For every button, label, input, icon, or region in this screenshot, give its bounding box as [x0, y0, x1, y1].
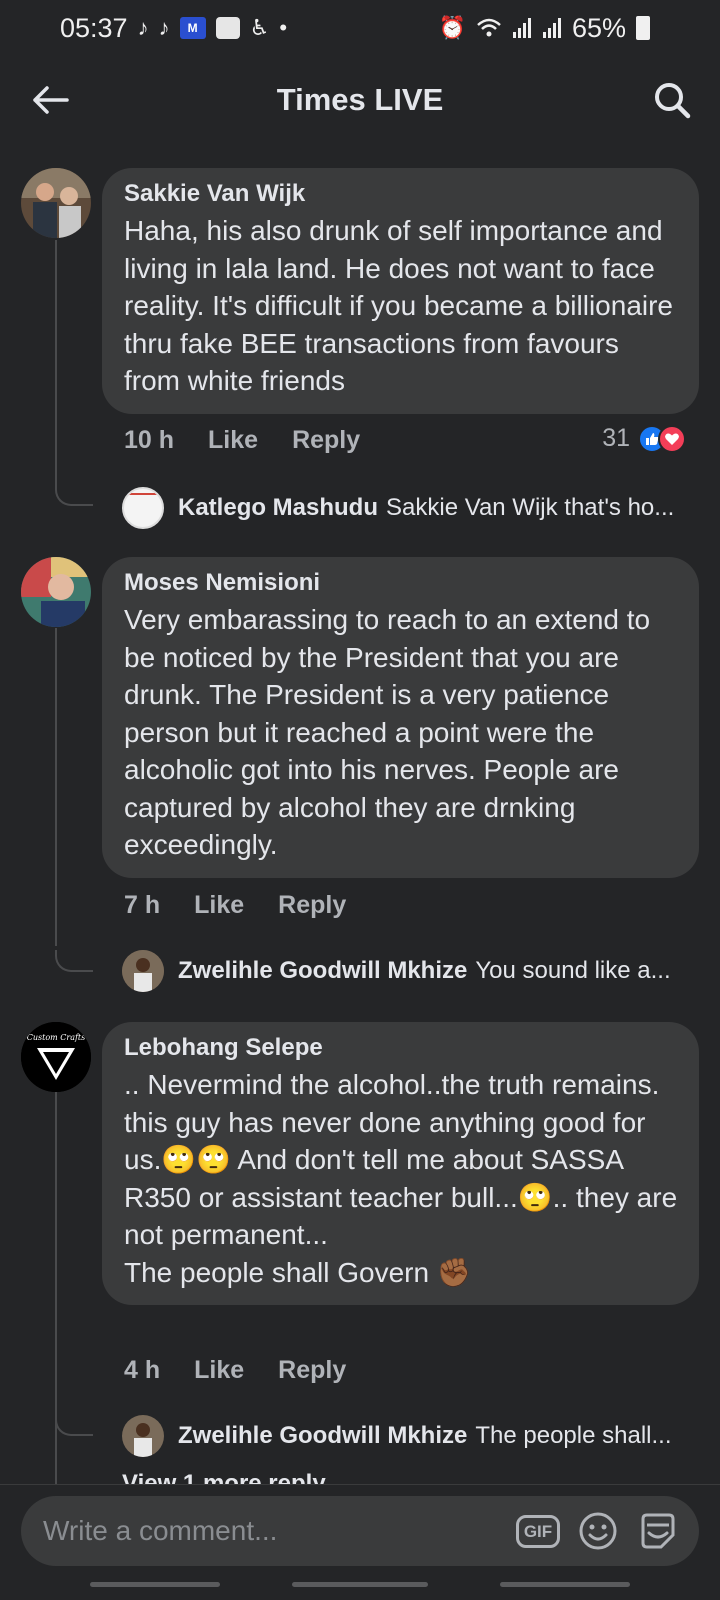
comment-actions: 4 h Like Reply — [124, 1356, 346, 1385]
sticker-icon — [641, 1513, 675, 1549]
comment-author[interactable]: Moses Nemisioni — [124, 569, 679, 597]
like-button[interactable]: Like — [194, 1356, 244, 1385]
status-left: 05:37 ♪ ♪ M ♿ • — [60, 13, 287, 44]
comment-time: 10 h — [124, 426, 175, 454]
reply-button[interactable]: Reply — [278, 891, 346, 920]
gif-icon: GIF — [515, 1514, 561, 1548]
status-bar: 05:37 ♪ ♪ M ♿ • ⏰ 65% — [0, 0, 720, 56]
comment-text: Haha, his also drunk of self importance … — [124, 215, 681, 396]
comment-text-line: .. Nevermind the alcohol..the truth rema… — [124, 1069, 685, 1250]
reply-snippet: You sound like a... — [475, 957, 671, 984]
comment-time: 7 h — [124, 891, 161, 919]
reply-author: Zwelihle Goodwill Mkhize — [178, 1422, 468, 1449]
comment-actions: 7 h Like Reply — [124, 891, 346, 920]
avatar[interactable]: Custom Crafts — [21, 1022, 91, 1092]
comment-text: Very embarassing to reach to an extend t… — [124, 604, 658, 860]
reply-preview[interactable]: Katlego Mashudu Sakkie Van Wijk that's ho… — [122, 487, 702, 529]
wifi-icon — [477, 18, 501, 37]
accessibility-icon: ♿ — [249, 15, 270, 40]
reply-avatar — [122, 1415, 164, 1457]
emoji-icon — [579, 1512, 617, 1550]
view-more-replies[interactable]: View 1 more reply — [122, 1470, 326, 1484]
reply-author: Zwelihle Goodwill Mkhize — [178, 957, 468, 984]
avatar[interactable] — [21, 557, 91, 627]
avatar-logo-text: Custom Crafts — [27, 1033, 86, 1042]
reply-snippet: The people shall... — [475, 1422, 672, 1449]
comment-actions: 10 h Like Reply — [124, 426, 360, 455]
app-header: Times LIVE — [0, 60, 720, 140]
battery-percent: 65% — [571, 12, 626, 43]
like-button[interactable]: Like — [194, 891, 244, 920]
thread-elbow — [55, 950, 93, 972]
status-time: 05:37 — [60, 12, 128, 43]
reply-avatar — [122, 950, 164, 992]
comment-bubble: Moses Nemisioni Very embarassing to reac… — [102, 557, 699, 878]
alarm-icon: ⏰ — [438, 15, 466, 40]
tiktok-icon: ♪ — [158, 15, 170, 40]
comment-input[interactable] — [43, 1515, 501, 1547]
reply-preview[interactable]: Zwelihle Goodwill Mkhize The people shall… — [122, 1415, 702, 1457]
love-reaction-icon — [658, 424, 686, 453]
arrow-left-icon — [33, 86, 69, 114]
status-right: ⏰ 65% — [439, 13, 650, 44]
comment-bubble: Lebohang Selepe .. Nevermind the alcohol… — [102, 1022, 699, 1305]
reply-avatar — [122, 487, 164, 529]
comment-author[interactable]: Sakkie Van Wijk — [124, 180, 679, 208]
nav-recents[interactable] — [90, 1582, 220, 1587]
signal-icon — [512, 18, 531, 38]
dot-icon: • — [279, 15, 288, 40]
page-title: Times LIVE — [276, 82, 444, 117]
comment-time: 4 h — [124, 1356, 161, 1384]
reply-snippet: Sakkie Van Wijk that's ho... — [386, 494, 675, 521]
reaction-count: 31 — [602, 424, 630, 452]
like-button[interactable]: Like — [208, 426, 258, 455]
thread-elbow — [55, 484, 93, 506]
gif-button[interactable]: GIF — [515, 1508, 561, 1554]
comment-text-line: The people shall Govern ✊🏾 — [124, 1256, 472, 1288]
reaction-summary[interactable]: 31 — [602, 424, 686, 453]
nav-home[interactable] — [292, 1582, 428, 1587]
thread-line — [55, 1092, 57, 1492]
battery-icon — [636, 16, 650, 40]
tiktok-icon: ♪ — [137, 15, 149, 40]
reply-preview-text: Zwelihle Goodwill Mkhize The people shall… — [178, 1422, 671, 1450]
thread-line — [55, 240, 57, 490]
search-button[interactable] — [650, 78, 694, 122]
reply-preview[interactable]: Zwelihle Goodwill Mkhize You sound like a… — [122, 950, 702, 992]
thread-elbow — [55, 1414, 93, 1436]
comment-author[interactable]: Lebohang Selepe — [124, 1034, 679, 1062]
signal-icon — [542, 18, 561, 38]
reply-preview-text: Katlego Mashudu Sakkie Van Wijk that's ho… — [178, 494, 674, 522]
avatar[interactable] — [21, 168, 91, 238]
reply-button[interactable]: Reply — [278, 1356, 346, 1385]
movies-icon: M — [179, 17, 206, 39]
back-button[interactable] — [28, 78, 72, 122]
emoji-button[interactable] — [575, 1508, 621, 1554]
reply-preview-text: Zwelihle Goodwill Mkhize You sound like a… — [178, 957, 671, 985]
thread-line — [55, 628, 57, 946]
comment-bubble: Sakkie Van Wijk Haha, his also drunk of … — [102, 168, 699, 414]
reply-button[interactable]: Reply — [292, 426, 360, 455]
composer-field: GIF — [21, 1496, 699, 1566]
gallery-icon — [215, 17, 240, 39]
reply-author: Katlego Mashudu — [178, 494, 379, 521]
sticker-button[interactable] — [635, 1508, 681, 1554]
nav-back[interactable] — [500, 1582, 630, 1587]
search-icon — [655, 83, 691, 119]
